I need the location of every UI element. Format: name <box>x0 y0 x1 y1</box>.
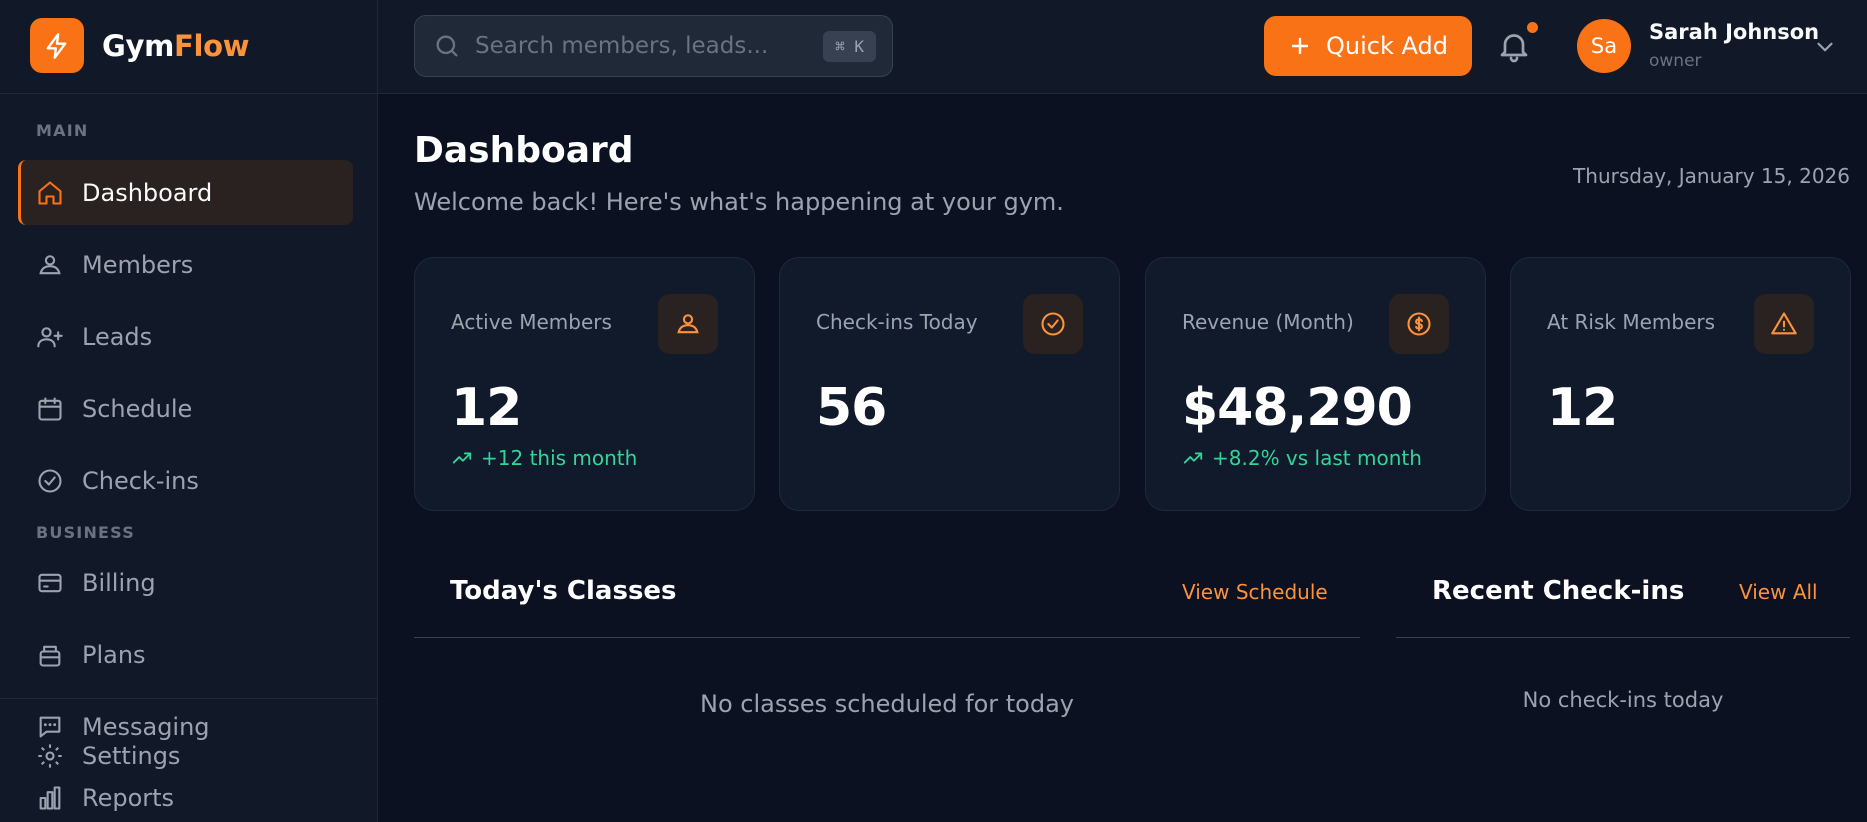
search-shortcut-badge: ⌘ K <box>823 30 876 62</box>
stat-value: 56 <box>816 378 887 438</box>
sidebar-item-members[interactable]: Members <box>18 232 353 297</box>
stat-trend: +8.2% vs last month <box>1182 446 1422 470</box>
sidebar-item-label: Leads <box>82 322 153 351</box>
panel-title: Recent Check-ins <box>1432 576 1685 606</box>
stat-label: Check-ins Today <box>816 310 978 334</box>
message-icon <box>39 716 61 738</box>
bell-icon[interactable] <box>1496 28 1532 64</box>
trending-up-icon <box>1183 452 1203 464</box>
quick-add-label: Quick Add <box>1326 32 1448 60</box>
stat-label: At Risk Members <box>1547 310 1716 334</box>
user-role: owner <box>1649 51 1702 71</box>
chevron-down-icon[interactable] <box>1812 34 1838 60</box>
sidebar-item-label: Members <box>82 250 194 279</box>
stat-card-at-risk-members[interactable]: At Risk Members 12 <box>1510 257 1851 511</box>
sidebar-item-label: Plans <box>82 640 146 669</box>
check-circle-icon <box>1023 294 1083 354</box>
stat-trend-text: +8.2% vs last month <box>1212 446 1422 470</box>
sidebar-item-settings[interactable]: Settings <box>36 741 180 771</box>
sidebar-item-label: Dashboard <box>82 178 213 207</box>
lightning-icon <box>30 18 84 73</box>
brand-logo[interactable]: GymFlow <box>30 18 250 73</box>
sidebar-item-label: Schedule <box>82 394 193 423</box>
trending-up-icon <box>452 452 472 464</box>
sidebar-item-dashboard[interactable]: Dashboard <box>18 160 353 225</box>
divider <box>414 637 1360 638</box>
sidebar-item-label: Reports <box>82 784 175 812</box>
search-input[interactable]: Search members, leads... ⌘ K <box>414 15 893 77</box>
section-label-main: MAIN <box>36 121 89 140</box>
gear-icon <box>38 744 62 768</box>
sidebar-item-label: Billing <box>82 568 156 597</box>
members-icon <box>39 254 61 274</box>
sidebar-item-label: Settings <box>82 742 181 770</box>
current-date: Thursday, January 15, 2026 <box>1573 164 1850 188</box>
stat-trend-text: +12 this month <box>481 446 638 470</box>
sidebar-item-billing[interactable]: Billing <box>18 550 353 615</box>
empty-state-text: No classes scheduled for today <box>699 690 1075 718</box>
sidebar: GymFlow MAIN Dashboard Members Leads Sch… <box>0 0 378 822</box>
search-placeholder: Search members, leads... <box>475 33 769 59</box>
sidebar-item-schedule[interactable]: Schedule <box>18 376 353 441</box>
sidebar-item-plans[interactable]: Plans <box>18 622 353 687</box>
page-title: Dashboard <box>414 130 634 171</box>
dollar-icon <box>1389 294 1449 354</box>
check-circle-icon <box>38 468 62 493</box>
bar-chart-icon <box>39 786 61 810</box>
calendar-icon <box>38 396 62 421</box>
sidebar-item-leads[interactable]: Leads <box>18 304 353 369</box>
divider <box>0 698 378 699</box>
search-icon <box>436 35 458 57</box>
view-all-link[interactable]: View All <box>1739 580 1818 604</box>
stat-card-active-members[interactable]: Active Members 12 +12 this month <box>414 257 755 511</box>
divider <box>0 93 378 94</box>
alert-triangle-icon <box>1754 294 1814 354</box>
stat-card-check-ins-today[interactable]: Check-ins Today 56 <box>779 257 1120 511</box>
stat-card-revenue-month[interactable]: Revenue (Month) $48,290 +8.2% vs last mo… <box>1145 257 1486 511</box>
panel-title: Today's Classes <box>450 576 677 606</box>
avatar[interactable]: Sa <box>1577 19 1631 73</box>
stat-value: 12 <box>451 378 522 438</box>
sidebar-item-label: Messaging <box>82 713 210 741</box>
home-icon <box>38 180 62 205</box>
page-subtitle: Welcome back! Here's what's happening at… <box>414 188 1064 216</box>
section-label-business: BUSINESS <box>36 523 135 542</box>
credit-card-icon <box>38 573 62 592</box>
sidebar-item-messaging[interactable]: Messaging <box>36 712 210 742</box>
stat-trend: +12 this month <box>451 446 637 470</box>
top-header: Search members, leads... ⌘ K Quick Add S… <box>378 0 1867 94</box>
divider <box>1396 637 1850 638</box>
user-plus-icon <box>37 326 63 347</box>
user-name[interactable]: Sarah Johnson <box>1649 20 1819 44</box>
stat-label: Revenue (Month) <box>1182 310 1354 334</box>
sidebar-item-label: Check-ins <box>82 466 199 495</box>
sidebar-item-reports[interactable]: Reports <box>36 783 174 813</box>
sidebar-item-check-ins[interactable]: Check-ins <box>18 448 353 513</box>
package-icon <box>39 645 61 667</box>
empty-state-text: No check-ins today <box>1522 688 1724 712</box>
stat-value: 12 <box>1547 378 1618 438</box>
stat-label: Active Members <box>451 310 612 334</box>
plus-icon <box>1291 37 1309 55</box>
stat-value: $48,290 <box>1182 378 1413 438</box>
quick-add-button[interactable]: Quick Add <box>1264 16 1472 76</box>
view-schedule-link[interactable]: View Schedule <box>1182 580 1328 604</box>
brand-name: GymFlow <box>102 28 250 63</box>
members-icon <box>658 294 718 354</box>
notification-dot <box>1527 22 1538 33</box>
